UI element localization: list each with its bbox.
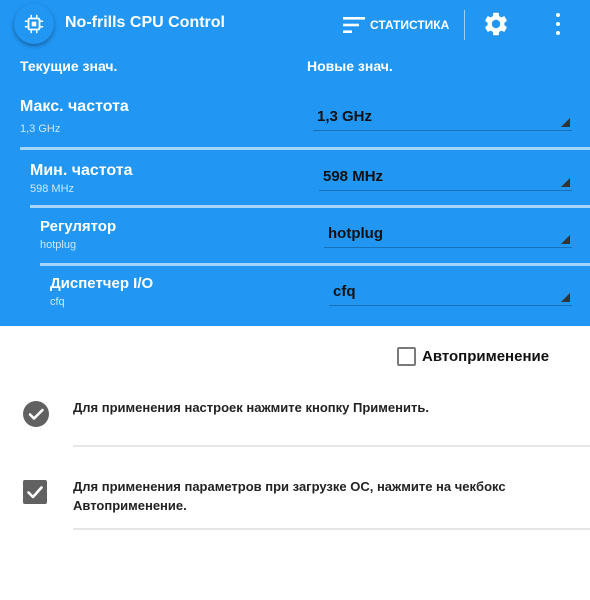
cpu-settings-panel: No-frills CPU Control СТАТИСТИКА Текущие…: [0, 0, 590, 326]
autoapply-hint-text: Для применения параметров при загрузке О…: [73, 479, 506, 513]
new-values-header: Новые знач.: [307, 58, 393, 74]
max-frequency-value: 1,3 GHz: [317, 108, 373, 125]
dropdown-triangle-icon: [561, 235, 570, 244]
max-frequency-select[interactable]: 1,3 GHz: [313, 104, 572, 131]
info-divider: [73, 445, 590, 447]
min-frequency-select[interactable]: 598 MHz: [319, 164, 572, 191]
min-frequency-current: 598 MHz: [30, 183, 75, 195]
app-title: No-frills CPU Control: [65, 14, 225, 31]
current-values-header: Текущие знач.: [20, 58, 118, 74]
app-bar: No-frills CPU Control СТАТИСТИКА: [0, 0, 590, 50]
governor-value: hotplug: [328, 225, 383, 242]
io-scheduler-current: cfq: [50, 296, 65, 308]
dropdown-triangle-icon: [561, 118, 570, 127]
sort-lines-icon: [343, 17, 365, 33]
checkbox-checked-icon: [23, 480, 47, 504]
io-scheduler-select[interactable]: cfq: [329, 279, 572, 306]
statistics-button[interactable]: СТАТИСТИКА: [343, 12, 449, 38]
governor-current: hotplug: [40, 239, 77, 251]
statistics-label: СТАТИСТИКА: [370, 18, 450, 32]
row-divider: [30, 205, 590, 208]
max-frequency-current: 1,3 GHz: [20, 123, 61, 135]
autoapply-label: Автоприменение: [422, 347, 550, 365]
autoapply-checkbox-row[interactable]: Автоприменение: [397, 344, 549, 368]
toolbar-divider: [464, 10, 465, 40]
io-scheduler-label: Диспетчер I/O: [50, 275, 154, 292]
governor-label: Регулятор: [40, 218, 117, 235]
governor-select[interactable]: hotplug: [324, 221, 572, 248]
info-divider: [73, 528, 590, 530]
overflow-menu-icon[interactable]: [550, 10, 566, 38]
io-scheduler-value: cfq: [333, 283, 356, 300]
autoapply-checkbox[interactable]: [397, 346, 416, 366]
check-circle-icon: [23, 401, 49, 427]
row-divider: [20, 147, 590, 150]
apply-hint-text: Для применения настроек нажмите кнопку П…: [73, 400, 429, 415]
min-frequency-value: 598 MHz: [323, 168, 384, 185]
dropdown-triangle-icon: [561, 293, 570, 302]
cpu-chip-icon[interactable]: [14, 4, 54, 44]
row-divider: [40, 263, 590, 266]
gear-icon[interactable]: [482, 10, 510, 38]
max-frequency-label: Макс. частота: [20, 98, 129, 115]
dropdown-triangle-icon: [561, 178, 570, 187]
min-frequency-label: Мин. частота: [30, 162, 133, 179]
